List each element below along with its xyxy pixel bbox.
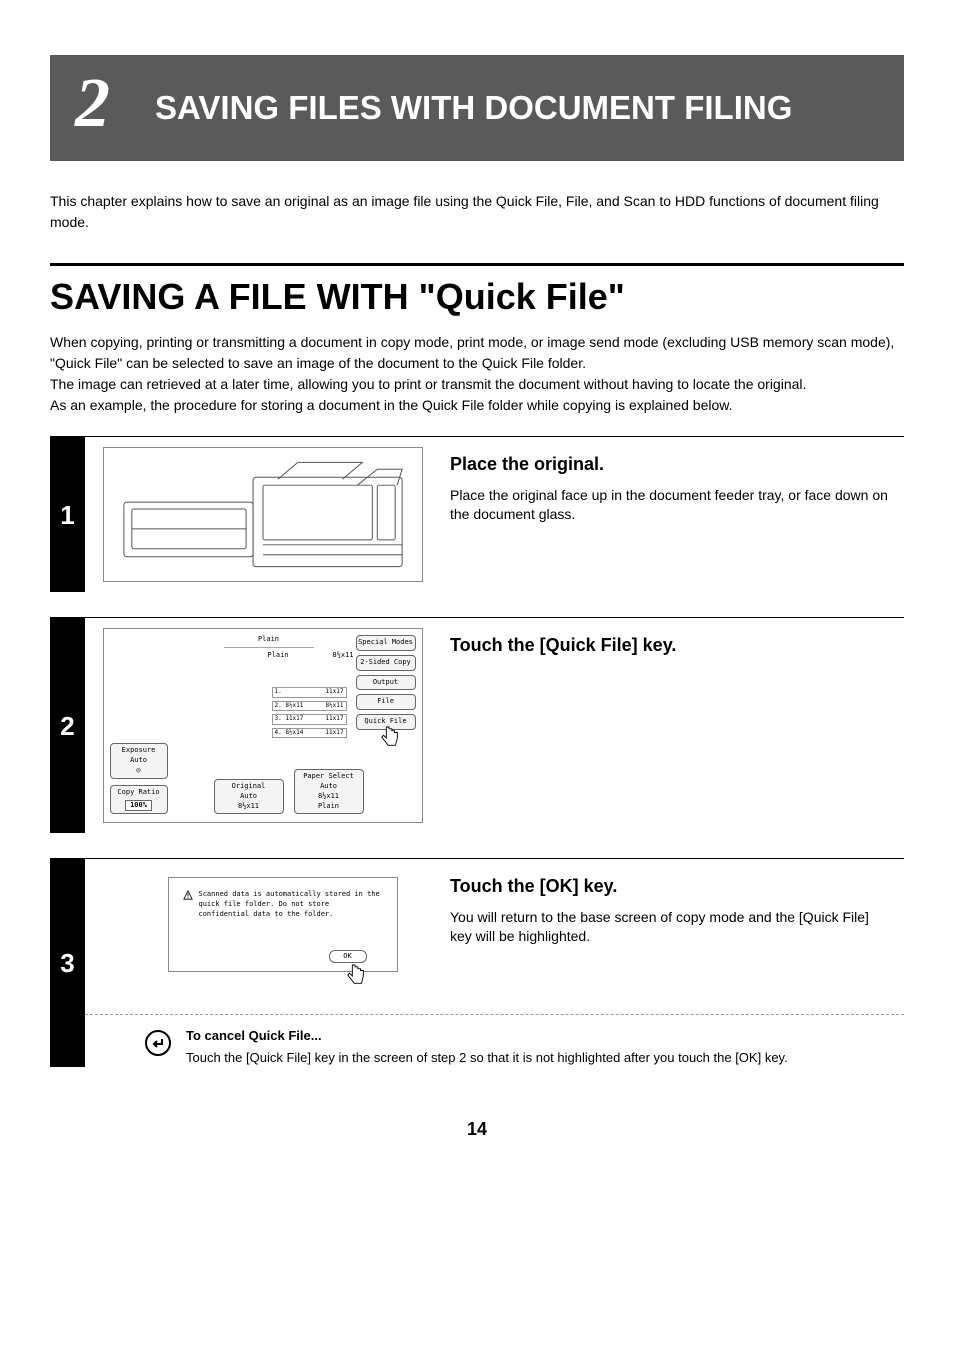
- original-button[interactable]: Original Auto 8½x11: [214, 779, 284, 814]
- note-title: To cancel Quick File...: [186, 1027, 788, 1045]
- section-divider: [50, 263, 904, 266]
- exposure-button[interactable]: Exposure Auto ◎: [110, 743, 168, 778]
- step-text: Place the original. Place the original f…: [440, 437, 904, 592]
- warning-row: Scanned data is automatically stored in …: [183, 890, 383, 919]
- right-button-column: Special Modes 2-Sided Copy Output File Q…: [356, 635, 416, 729]
- section-title: SAVING A FILE WITH "Quick File": [50, 272, 904, 322]
- tray-row: 3. 11x1711x17: [272, 714, 347, 724]
- step-description: Place the original face up in the docume…: [450, 486, 894, 525]
- special-modes-button[interactable]: Special Modes: [356, 635, 416, 651]
- plain-label: Plain: [224, 635, 314, 648]
- left-column: Exposure Auto ◎ Copy Ratio 100%: [110, 743, 168, 814]
- hand-cursor-icon: [379, 725, 401, 751]
- chapter-intro: This chapter explains how to save an ori…: [50, 191, 904, 233]
- copy-ratio-button[interactable]: Copy Ratio 100%: [110, 785, 168, 815]
- step-illustration: Plain Plain 8½x11 1.11x17 2. 8½x118½x11 …: [85, 618, 440, 833]
- step-1: 1 Place the original. Place the: [50, 436, 904, 592]
- note-row: To cancel Quick File... Touch the [Quick…: [85, 1027, 904, 1066]
- step-heading: Touch the [OK] key.: [450, 874, 894, 899]
- step-heading: Place the original.: [450, 452, 894, 477]
- printer-illustration: [103, 447, 423, 582]
- two-sided-copy-button[interactable]: 2-Sided Copy: [356, 655, 416, 671]
- step-heading: Touch the [Quick File] key.: [450, 633, 894, 658]
- quick-file-button[interactable]: Quick File: [356, 714, 416, 730]
- step-text: Touch the [Quick File] key.: [440, 618, 904, 833]
- paper-select-button[interactable]: Paper Select Auto 8½x11 Plain: [294, 769, 364, 814]
- chapter-number: 2: [50, 55, 135, 161]
- step-number: 1: [50, 437, 85, 592]
- step-number: 3: [50, 859, 85, 1066]
- tray-row: 4. 8½x1411x17: [272, 728, 347, 738]
- step-description: You will return to the base screen of co…: [450, 908, 894, 947]
- section-body: When copying, printing or transmitting a…: [50, 332, 904, 416]
- tray-row: 2. 8½x118½x11: [272, 701, 347, 711]
- step-illustration: Scanned data is automatically stored in …: [85, 859, 440, 1002]
- ok-button[interactable]: OK: [329, 950, 367, 964]
- chapter-header: 2 SAVING FILES WITH DOCUMENT FILING: [50, 55, 904, 161]
- step-3: 3 Scanned data is automatically stored i…: [50, 858, 904, 1066]
- step-text: Touch the [OK] key. You will return to t…: [440, 859, 904, 1002]
- output-button[interactable]: Output: [356, 675, 416, 691]
- copy-screen: Plain Plain 8½x11 1.11x17 2. 8½x118½x11 …: [103, 628, 423, 823]
- warning-icon: [183, 890, 193, 900]
- note-body: Touch the [Quick File] key in the screen…: [186, 1049, 788, 1067]
- return-icon: [145, 1030, 171, 1056]
- step-2: 2 Plain Plain 8½x11 1.11x17 2. 8½x118½x1…: [50, 617, 904, 833]
- step-number: 2: [50, 618, 85, 833]
- warning-text: Scanned data is automatically stored in …: [199, 890, 383, 919]
- tray-list: 1.11x17 2. 8½x118½x11 3. 11x1711x17 4. 8…: [272, 687, 347, 738]
- page-number: 14: [50, 1117, 904, 1142]
- chapter-title: SAVING FILES WITH DOCUMENT FILING: [135, 55, 904, 161]
- confirm-dialog: Scanned data is automatically stored in …: [168, 877, 398, 972]
- dashed-divider: [85, 1014, 904, 1015]
- step-illustration: [85, 437, 440, 592]
- hand-cursor-icon: [345, 963, 367, 989]
- note-text: To cancel Quick File... Touch the [Quick…: [186, 1027, 788, 1066]
- tray-row: 1.11x17: [272, 687, 347, 697]
- plain-row: Plain 8½x11: [224, 651, 354, 661]
- file-button[interactable]: File: [356, 694, 416, 710]
